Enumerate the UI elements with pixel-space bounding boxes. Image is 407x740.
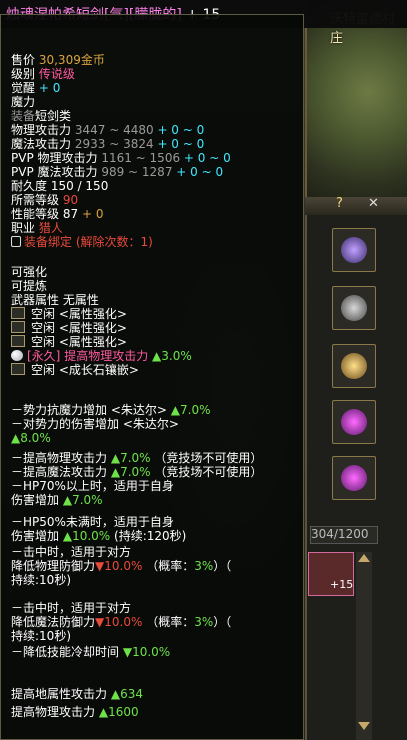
item-tooltip: 售价 30,309金币 级别 传说级 觉醒 + 0 魔力 装备短剑类 物理攻击力…: [0, 14, 304, 740]
effect-line: 伤害增加 ▲7.0%: [11, 493, 103, 507]
refine-title: 可提炼: [11, 279, 48, 293]
inventory-slot[interactable]: [332, 228, 376, 272]
stat-equip-type: 装备短剑类: [11, 109, 72, 123]
stat-awaken: 觉醒 + 0: [11, 81, 61, 95]
enhance-title: 可强化: [11, 265, 48, 279]
effect-line: 降低物理防御力▼10.0% （概率：3%）（: [11, 559, 232, 573]
effect-line: －击中时，适用于对方: [11, 545, 132, 559]
effect-line: －击中时，适用于对方: [11, 601, 132, 615]
stat-mag-atk: 魔法攻击力 2933 ~ 3824 + 0 ~ 0: [11, 137, 205, 151]
effect-line: －HP50%未满时，适用于自身: [11, 515, 174, 529]
effect-line: 降低魔法防御力▼10.0% （概率：3%）（: [11, 615, 232, 629]
close-button[interactable]: ✕: [368, 196, 379, 211]
earring-icon: [341, 409, 367, 435]
earring-icon: [341, 465, 367, 491]
stat-pvp-mag: PVP 魔法攻击力 989 ~ 1287 + 0 ~ 0: [11, 165, 224, 179]
effect-line: 持续:10秒): [11, 573, 71, 587]
effect-line: －势力抗魔力增加 <朱达尔> ▲7.0%: [11, 403, 211, 417]
slot-row: 空闲 <属性强化>: [11, 307, 127, 321]
crystal-icon: [11, 350, 23, 361]
help-button[interactable]: ?: [336, 196, 343, 211]
stat-durability: 耐久度 150 / 150: [11, 179, 109, 193]
slot-row: 空闲 <属性强化>: [11, 335, 127, 349]
bind-status: 装备绑定 (解除次数：1): [11, 235, 153, 249]
stat-price: 售价 30,309金币: [11, 53, 105, 67]
permanent-buff: [永久] 提高物理攻击力 ▲3.0%: [11, 349, 192, 363]
growth-slot: 空闲 <成长石镶嵌>: [11, 363, 139, 377]
effect-line: －HP70%以上时，适用于自身: [11, 479, 174, 493]
slot-box-icon: [11, 363, 25, 375]
stat-magic: 魔力: [11, 95, 36, 109]
scroll-up-icon[interactable]: [358, 554, 370, 562]
effect-line: －提高物理攻击力 ▲7.0% （竞技场不可使用）: [11, 451, 263, 465]
stat-pvp-phys: PVP 物理攻击力 1161 ~ 1506 + 0 ~ 0: [11, 151, 231, 165]
inventory-counter: 304/1200: [310, 526, 378, 544]
slot-box-icon: [11, 307, 25, 319]
inventory-slot[interactable]: [332, 400, 376, 444]
slot-box-icon: [11, 335, 25, 347]
slot-row: 空闲 <属性强化>: [11, 321, 127, 335]
stat-required-level: 所需等级 90: [11, 193, 79, 207]
effect-line: －对势力的伤害增加 <朱达尔>: [11, 417, 179, 431]
stat-phys-atk: 物理攻击力 3447 ~ 4480 + 0 ~ 0: [11, 123, 205, 137]
effect-line: －提高魔法攻击力 ▲7.0% （竞技场不可使用）: [11, 465, 263, 479]
stat-class: 职业 猎人: [11, 221, 63, 235]
inventory-slot[interactable]: [332, 456, 376, 500]
lock-icon: [11, 236, 21, 247]
stat-grade: 级别 传说级: [11, 67, 75, 81]
effect-line: 伤害增加 ▲10.0% (持续:120秒): [11, 529, 187, 543]
scroll-down-icon[interactable]: [358, 722, 370, 730]
slot-box-icon: [11, 321, 25, 333]
effect-line: ▲8.0%: [11, 431, 51, 445]
weapon-attribute: 武器属性 无属性: [11, 293, 99, 307]
scrollbar[interactable]: [356, 552, 372, 740]
effect-line: －降低技能冷却时间 ▼10.0%: [11, 645, 171, 659]
effect-line: 提高地属性攻击力 ▲634: [11, 687, 143, 701]
item-count: +15: [330, 578, 354, 591]
effect-line: 持续:10秒): [11, 629, 71, 643]
stat-perf-level: 性能等级 87 + 0: [11, 207, 104, 221]
inventory-slot[interactable]: [332, 344, 376, 388]
inventory-slot[interactable]: [332, 286, 376, 330]
necklace-icon: [341, 237, 367, 263]
inventory-panel-header: [305, 197, 407, 215]
effect-line: 提高物理攻击力 ▲1600: [11, 705, 139, 719]
ring-icon: [341, 353, 367, 379]
ring-icon: [341, 295, 367, 321]
